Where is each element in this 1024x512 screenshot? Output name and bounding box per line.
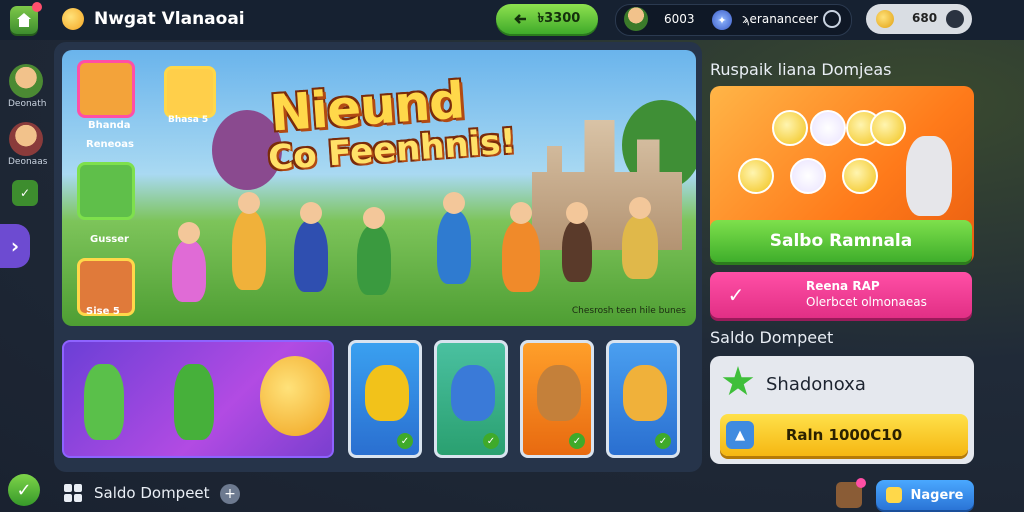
character-card-3[interactable]: ✓: [520, 340, 594, 458]
star-icon: [722, 366, 754, 396]
coin-balance[interactable]: 680: [866, 4, 972, 34]
badge-icon: [886, 487, 903, 503]
yellow-action-button[interactable]: ▲ Raln 1000C10: [720, 414, 968, 456]
coin-value: 680: [912, 11, 938, 25]
green-action-button[interactable]: Salbo Ramnala: [710, 220, 972, 262]
home-button[interactable]: [10, 2, 42, 34]
character: [437, 192, 471, 284]
side-tile-extra-label: Bhasa 5: [168, 115, 209, 125]
currency-value: ৳3300: [537, 10, 581, 26]
side-tile-label: Reneoas: [86, 139, 134, 150]
dog-character: [260, 356, 330, 436]
bottom-bar: Saldo Dompeet + Nagere: [54, 474, 984, 512]
gift-icon[interactable]: [836, 478, 866, 508]
emoji-icon: [810, 110, 846, 146]
blue-action-button[interactable]: Nagere: [876, 480, 974, 510]
shield-icon: ▲: [726, 421, 754, 449]
sidebar-item-label: Deonath: [8, 99, 47, 109]
character: [622, 197, 658, 279]
character: [502, 202, 540, 292]
character: [232, 192, 266, 290]
notification-dot: [32, 2, 42, 12]
character: [172, 222, 206, 302]
bottom-label: Saldo Dompeet: [94, 484, 210, 502]
cat-character: [906, 136, 952, 216]
character-card-2[interactable]: ✓: [434, 340, 508, 458]
arrow-icon: [513, 14, 526, 24]
home-icon: [17, 13, 31, 27]
check-icon: ✓: [16, 479, 32, 501]
side-tile-2[interactable]: [77, 162, 135, 220]
right-panel-heading: Ruspaik liana Domjeas: [710, 60, 892, 79]
character: [174, 364, 214, 440]
player-gems: ϡerananceer: [742, 12, 819, 26]
character-card-1[interactable]: ✓: [348, 340, 422, 458]
game-app: Nwgat Vlanaoai ৳3300 6003 ✦ ϡerananceer …: [0, 0, 1024, 512]
castle: [532, 120, 682, 250]
side-tile-1[interactable]: [77, 60, 135, 118]
character: [357, 207, 391, 295]
character: [562, 202, 592, 282]
coin-icon: [876, 10, 894, 28]
player-avatar[interactable]: [624, 7, 648, 31]
character-card-4[interactable]: ✓: [606, 340, 680, 458]
character: [294, 202, 328, 292]
emoji-icon: [842, 158, 878, 194]
character: [84, 364, 124, 440]
confirm-button[interactable]: ✓: [8, 474, 40, 506]
blue-button-label: Nagere: [910, 487, 964, 503]
gear-icon[interactable]: [823, 10, 841, 28]
chevron-right-icon: ›: [10, 234, 20, 258]
pink-reward-card[interactable]: ✓ Reena RAP Olerbcet olmonaeas: [710, 272, 972, 318]
reward-title: Reena RAP: [806, 279, 880, 293]
sidebar-avatar-2[interactable]: [9, 122, 43, 156]
emoji-icon: [870, 110, 906, 146]
plus-icon[interactable]: +: [220, 484, 240, 504]
currency-button[interactable]: ৳3300: [496, 4, 598, 34]
banner-caption: Chesrosh teen hile bunes: [571, 306, 686, 316]
side-tile-extra[interactable]: [164, 66, 216, 118]
card-row: ✓ ✓ ✓ ✓: [62, 340, 696, 464]
side-tile-label: Gusser: [90, 234, 129, 245]
sidebar-item-label: Deonaas: [8, 157, 48, 167]
side-tile-label: Bhanda: [88, 120, 131, 131]
sidebar-avatar-1[interactable]: [9, 64, 43, 98]
emoji-icon: [738, 158, 774, 194]
player-status-bar[interactable]: 6003 ✦ ϡerananceer: [615, 4, 852, 36]
featured-card[interactable]: [62, 340, 334, 458]
gem-icon: ✦: [712, 10, 732, 30]
yellow-button-label: Raln 1000C10: [785, 426, 903, 444]
emoji-icon: [790, 158, 826, 194]
player-name: Shadonoxa: [766, 374, 866, 395]
grid-icon[interactable]: [64, 484, 82, 502]
emoji-icon: [772, 110, 808, 146]
app-title: Nwgat Vlanaoai: [94, 9, 245, 29]
sidebar-expand-button[interactable]: ›: [0, 224, 30, 268]
game-logo-icon: [62, 8, 84, 30]
sidebar-item-check[interactable]: ✓: [12, 180, 38, 206]
clock-icon[interactable]: [946, 10, 964, 28]
featured-banner[interactable]: Nieund Co Feenhnis! Chesrosh teen hile b…: [62, 50, 696, 326]
side-tile-label: Sise 5: [86, 306, 120, 317]
check-icon: ✓: [727, 283, 745, 307]
section-title: Saldo Dompeet: [710, 328, 834, 347]
player-level: 6003: [664, 12, 695, 26]
top-bar: Nwgat Vlanaoai ৳3300 6003 ✦ ϡerananceer …: [0, 0, 1024, 40]
reward-subtitle: Olerbcet olmonaeas: [806, 295, 927, 309]
